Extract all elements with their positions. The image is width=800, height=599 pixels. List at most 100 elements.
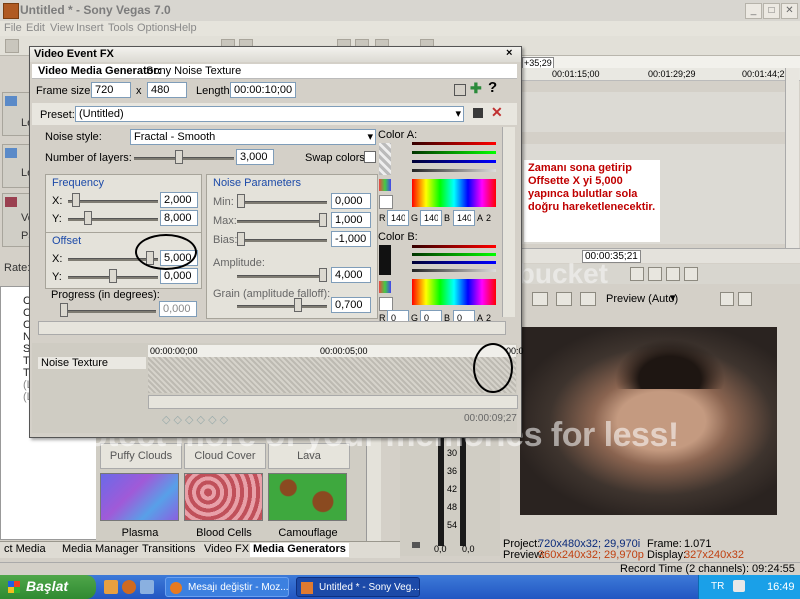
menu-help[interactable]: Help xyxy=(174,22,197,34)
color-a-red-bar[interactable] xyxy=(412,142,496,145)
zoom-icon[interactable] xyxy=(666,267,680,281)
color-b-alpha-bar[interactable] xyxy=(412,269,496,272)
offset-y-thumb[interactable] xyxy=(109,269,117,283)
preset-dropdown[interactable]: (Untitled) ▾ xyxy=(75,106,464,122)
color-a-green-bar[interactable] xyxy=(412,151,496,154)
timeline-vscroll[interactable] xyxy=(785,68,799,248)
menu-file[interactable]: File xyxy=(4,22,22,34)
color-b-swatch[interactable] xyxy=(379,245,391,275)
freq-y-track[interactable] xyxy=(68,218,158,221)
fx-params-vscroll[interactable] xyxy=(502,127,515,317)
keyframe-ruler[interactable]: 00:00:00;00 00:00:05;00 00:0 xyxy=(148,345,524,357)
amplitude-track[interactable] xyxy=(237,275,327,278)
color-a-r-input[interactable] xyxy=(387,210,409,226)
color-b-green-bar[interactable] xyxy=(412,253,496,256)
eyedropper-icon[interactable] xyxy=(379,297,393,311)
chevron-down-icon[interactable]: ▾ xyxy=(670,291,676,304)
freq-y-input[interactable] xyxy=(160,210,198,226)
swap-colors-checkbox[interactable] xyxy=(364,151,376,163)
task-sony-vegas[interactable]: Untitled * - Sony Veg... xyxy=(296,577,420,597)
menu-edit[interactable]: Edit xyxy=(26,22,45,34)
timeline-track[interactable] xyxy=(520,92,796,132)
maximize-icon[interactable]: □ xyxy=(763,3,780,19)
zoom-icon[interactable] xyxy=(684,267,698,281)
preview-quality-dropdown[interactable]: Preview (Auto) xyxy=(606,293,678,305)
frame-height-input[interactable] xyxy=(147,82,187,98)
quicklaunch-icon[interactable] xyxy=(104,580,118,594)
copy-snapshot-icon[interactable] xyxy=(720,292,734,306)
menu-options[interactable]: Options xyxy=(137,22,175,34)
frame-width-input[interactable] xyxy=(91,82,131,98)
delete-preset-icon[interactable]: ✕ xyxy=(491,104,503,121)
min-track[interactable] xyxy=(237,201,327,204)
tab-project-media[interactable]: ct Media xyxy=(4,543,46,557)
grain-track[interactable] xyxy=(237,305,327,308)
zoom-icon[interactable] xyxy=(648,267,662,281)
track-header[interactable]: Vo Pa xyxy=(2,193,34,247)
close-icon[interactable]: ✕ xyxy=(781,3,798,19)
color-wheel-icon[interactable] xyxy=(379,281,391,293)
tab-transitions[interactable]: Transitions xyxy=(142,543,195,557)
progress-track[interactable] xyxy=(60,310,156,313)
noise-style-dropdown[interactable]: Fractal - Smooth ▾ xyxy=(130,129,376,145)
quicklaunch-icon[interactable] xyxy=(122,580,136,594)
keyframe-hscroll[interactable] xyxy=(148,395,518,409)
track-header[interactable]: Lev xyxy=(2,92,39,136)
tray-icon[interactable] xyxy=(733,580,745,592)
preview-icon[interactable] xyxy=(532,292,548,306)
save-snapshot-icon[interactable] xyxy=(738,292,752,306)
fx-params-hscroll[interactable] xyxy=(38,321,506,335)
length-input[interactable] xyxy=(230,82,296,98)
color-b-spectrum[interactable] xyxy=(412,279,496,305)
save-preset-icon[interactable] xyxy=(473,108,483,118)
help-icon[interactable]: ? xyxy=(488,79,497,96)
bias-thumb[interactable] xyxy=(237,232,245,246)
progress-thumb[interactable] xyxy=(60,303,68,317)
max-input[interactable] xyxy=(331,212,371,228)
tab-media-manager[interactable]: Media Manager xyxy=(62,543,138,557)
bias-track[interactable] xyxy=(237,239,327,242)
color-a-b-input[interactable] xyxy=(453,210,475,226)
menu-view[interactable]: View xyxy=(50,22,74,34)
sync-cursor-icon[interactable] xyxy=(454,84,466,96)
keyframe-lane[interactable] xyxy=(148,357,516,393)
task-mozilla[interactable]: Mesajı değiştir - Moz... xyxy=(165,577,289,597)
menu-insert[interactable]: Insert xyxy=(76,22,104,34)
max-track[interactable] xyxy=(237,220,327,223)
grain-thumb[interactable] xyxy=(294,298,303,312)
max-thumb[interactable] xyxy=(319,213,327,227)
freq-x-thumb[interactable] xyxy=(72,193,81,207)
track-header[interactable]: Lev xyxy=(2,144,39,188)
color-wheel-icon[interactable] xyxy=(379,179,391,191)
close-icon[interactable]: × xyxy=(506,47,512,59)
new-icon[interactable] xyxy=(5,39,19,53)
color-a-g-input[interactable] xyxy=(420,210,442,226)
plasma-thumbnail[interactable] xyxy=(100,473,179,521)
camouflage-thumbnail[interactable] xyxy=(268,473,347,521)
preview-icon[interactable] xyxy=(580,292,596,306)
color-a-alpha-bar[interactable] xyxy=(412,169,496,172)
min-thumb[interactable] xyxy=(237,194,245,208)
minimize-icon[interactable]: _ xyxy=(745,3,762,19)
layers-slider-thumb[interactable] xyxy=(175,150,184,164)
preview-icon[interactable] xyxy=(556,292,572,306)
layers-input[interactable] xyxy=(236,149,274,165)
quicklaunch-icon[interactable] xyxy=(140,580,154,594)
color-a-swatch[interactable] xyxy=(379,143,391,175)
freq-y-thumb[interactable] xyxy=(84,211,93,225)
blood-cells-thumbnail[interactable] xyxy=(184,473,263,521)
freq-x-input[interactable] xyxy=(160,192,198,208)
color-b-blue-bar[interactable] xyxy=(412,261,496,264)
freq-x-track[interactable] xyxy=(68,200,158,203)
offset-y-input[interactable] xyxy=(160,268,198,284)
fader-lock-icon[interactable] xyxy=(412,542,420,548)
keyframe-nav-buttons[interactable]: ◇ ◇ ◇ ◇ ◇ ◇ xyxy=(162,413,272,426)
bias-input[interactable] xyxy=(331,231,371,247)
amplitude-input[interactable] xyxy=(331,267,371,283)
grain-input[interactable] xyxy=(331,297,371,313)
color-a-blue-bar[interactable] xyxy=(412,160,496,163)
tab-media-generators[interactable]: Media Generators xyxy=(250,543,349,557)
amplitude-thumb[interactable] xyxy=(319,268,327,282)
eyedropper-icon[interactable] xyxy=(379,195,393,209)
min-input[interactable] xyxy=(331,193,371,209)
